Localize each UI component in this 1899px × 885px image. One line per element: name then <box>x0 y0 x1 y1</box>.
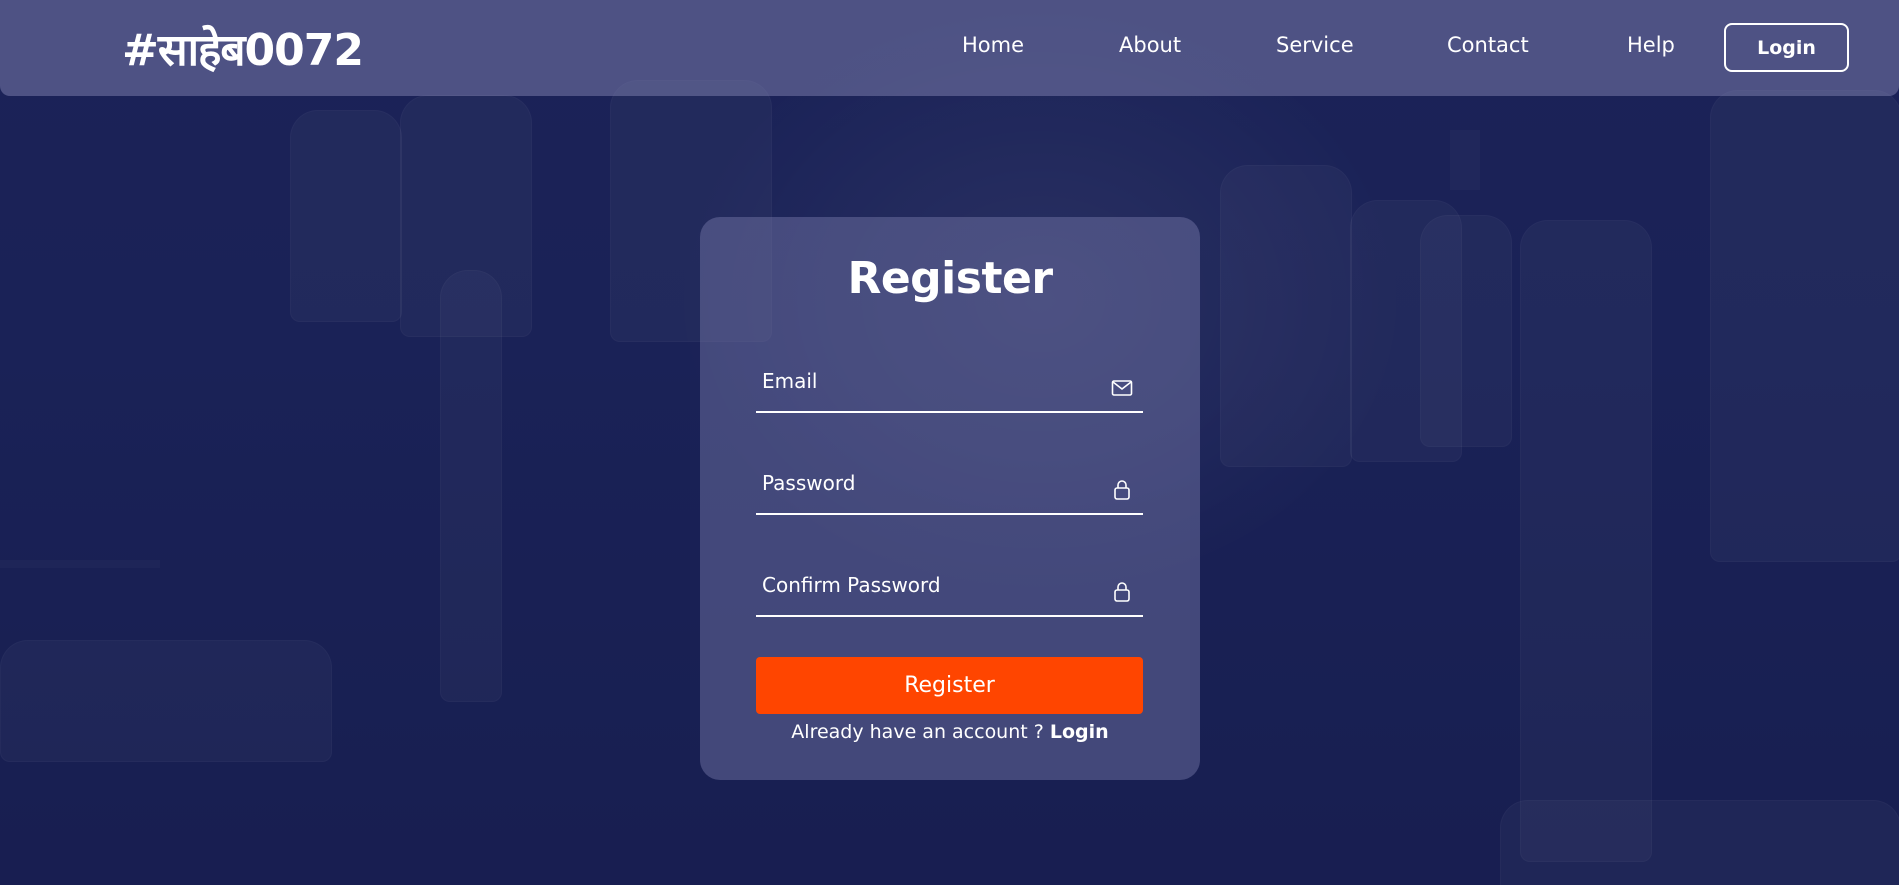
nav-home-link[interactable]: Home <box>962 33 1024 57</box>
login-prompt-text: Already have an account ? <box>791 721 1050 743</box>
header-login-button[interactable]: Login <box>1724 23 1849 72</box>
login-link[interactable]: Login <box>1050 721 1109 743</box>
brand-logo[interactable]: #साहेब0072 <box>122 18 364 78</box>
nav-contact-link[interactable]: Contact <box>1447 33 1529 57</box>
register-card-actions: Register Already have an account ? Login <box>700 217 1200 780</box>
nav-about-link[interactable]: About <box>1119 33 1181 57</box>
nav-help-link[interactable]: Help <box>1627 33 1675 57</box>
login-prompt: Already have an account ? Login <box>700 721 1200 743</box>
navbar: #साहेब0072 Home About Service Contact He… <box>0 0 1899 96</box>
nav-service-link[interactable]: Service <box>1276 33 1354 57</box>
register-button[interactable]: Register <box>756 657 1143 714</box>
